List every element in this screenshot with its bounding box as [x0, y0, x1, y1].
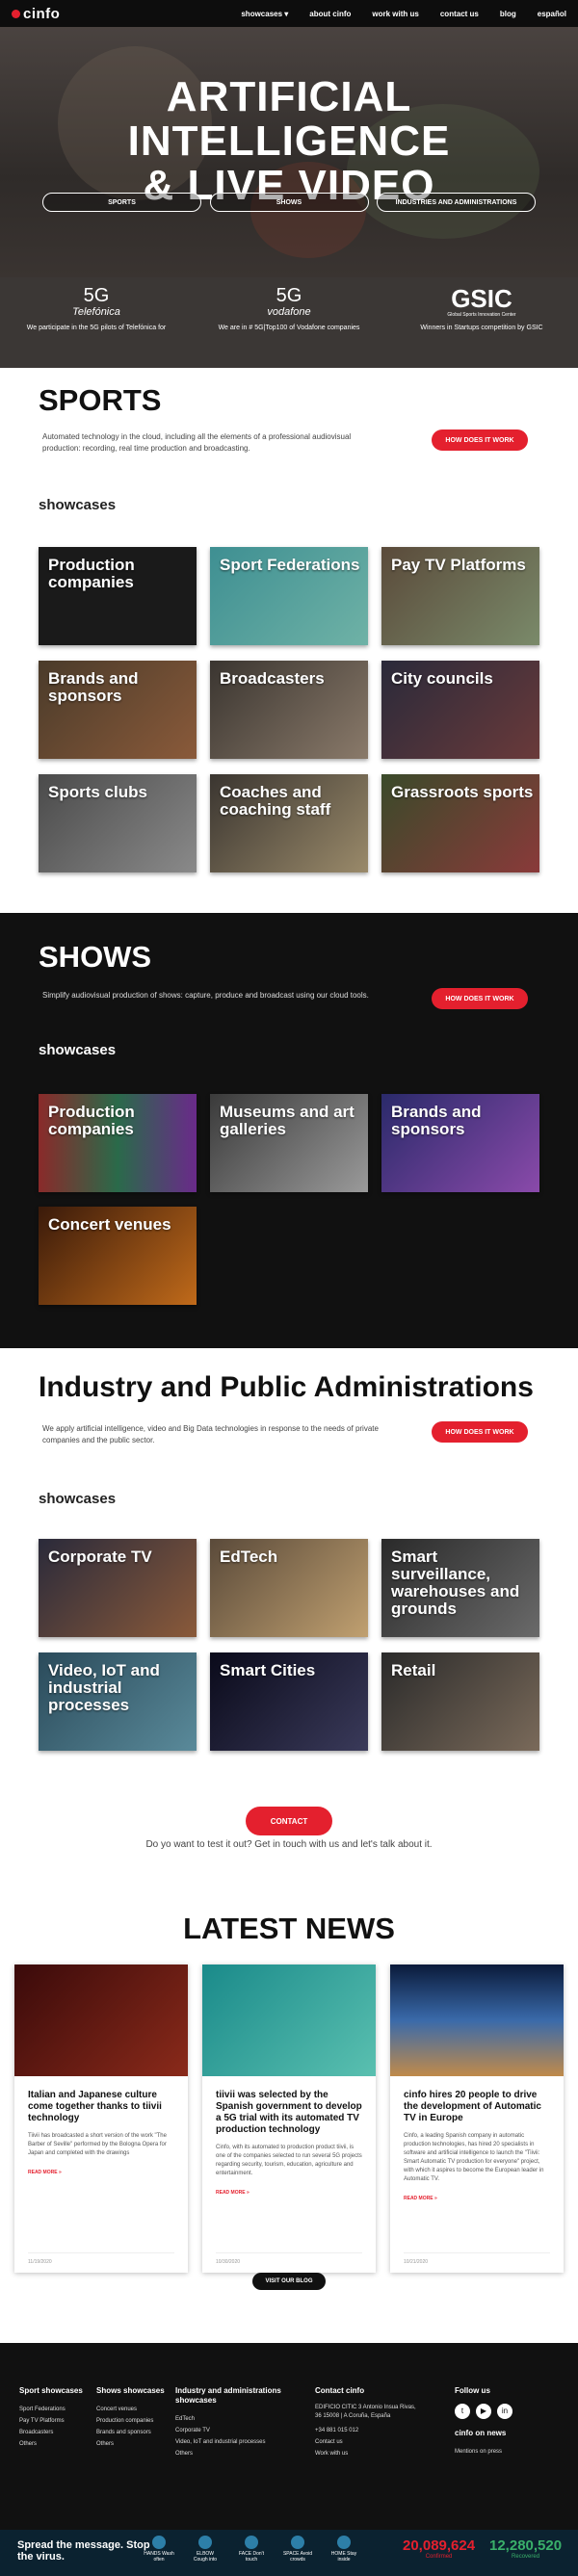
tile-smart-surveillance[interactable]: Smart surveillance, warehouses and groun… — [381, 1539, 539, 1637]
footer: Sport showcases Sport Federations Pay TV… — [0, 2343, 578, 2545]
tile-coaches[interactable]: Coaches and coaching staff — [210, 774, 368, 872]
sports-desc: Automated technology in the cloud, inclu… — [42, 432, 352, 453]
cinfo-logo[interactable]: cinfo — [12, 6, 60, 22]
tile-corporate-tv[interactable]: Corporate TV — [39, 1539, 197, 1637]
shows-title: SHOWS — [39, 940, 152, 974]
industry-showcases-heading: showcases — [39, 1491, 117, 1507]
news-card[interactable]: tiivii was selected by the Spanish gover… — [202, 1965, 376, 2273]
partner-telefonica: 5G Telefónica We participate in the 5G p… — [26, 285, 167, 331]
logo-dot-icon — [12, 9, 20, 18]
read-more-link[interactable]: READ MORE » — [216, 2190, 362, 2196]
footer-industry: Industry and administrations showcases E… — [175, 2386, 281, 2457]
news-excerpt: Tiivii has broadcasted a short version o… — [28, 2133, 167, 2156]
tile-edtech[interactable]: EdTech — [210, 1539, 368, 1637]
tile-broadcasters[interactable]: Broadcasters — [210, 661, 368, 759]
tile-pay-tv[interactable]: Pay TV Platforms — [381, 547, 539, 645]
shows-section: SHOWS Simplify audiovisual production of… — [0, 913, 578, 1348]
read-more-link[interactable]: READ MORE » — [28, 2170, 174, 2175]
nav-menu: showcases ▾ about cinfo work with us con… — [220, 10, 566, 18]
elbow-icon: ELBOW Cough into — [189, 2536, 222, 2563]
confirmed-count: 20,089,624 Confirmed — [403, 2537, 476, 2560]
news-title: LATEST NEWS — [183, 1912, 395, 1945]
tile-shows-production[interactable]: Production companies — [39, 1094, 197, 1192]
tile-retail[interactable]: Retail — [381, 1652, 539, 1751]
tile-grassroots[interactable]: Grassroots sports — [381, 774, 539, 872]
nav-about[interactable]: about cinfo — [309, 10, 351, 18]
hero-industries-button[interactable]: INDUSTRIES AND ADMINISTRATIONS — [377, 193, 536, 212]
address-text: EDIFICIO CITIC 3 Antonio Insua Rivas, 36… — [315, 2405, 416, 2419]
sports-how-button[interactable]: HOW DOES IT WORK — [432, 429, 528, 451]
linkedin-icon[interactable]: in — [497, 2404, 512, 2419]
sports-title: SPORTS — [39, 383, 162, 417]
contact-link[interactable]: Contact us — [315, 2436, 421, 2448]
phone-link[interactable]: +34 881 015 012 — [315, 2425, 421, 2436]
face-icon: FACE Don't touch — [235, 2536, 268, 2563]
space-icon: SPACE Avoid crowds — [281, 2536, 314, 2563]
news-image — [390, 1965, 564, 2076]
news-excerpt: Cinfo, a leading Spanish company in auto… — [404, 2133, 544, 2182]
covid-banner: Spread the message. Stop the virus. HANDS… — [0, 2530, 578, 2576]
tile-video-iot[interactable]: Video, IoT and industrial processes — [39, 1652, 197, 1751]
top-nav: cinfo showcases ▾ about cinfo work with … — [0, 0, 578, 27]
news-image — [202, 1965, 376, 2076]
tile-brands-sponsors[interactable]: Brands and sponsors — [39, 661, 197, 759]
shows-desc: Simplify audiovisual production of shows… — [42, 991, 369, 1000]
news-card[interactable]: Italian and Japanese culture come togeth… — [14, 1965, 188, 2273]
nav-showcases[interactable]: showcases ▾ — [241, 10, 288, 18]
hero-sports-button[interactable]: SPORTS — [42, 193, 201, 212]
news-image — [14, 1965, 188, 2076]
industry-how-button[interactable]: HOW DOES IT WORK — [432, 1421, 528, 1443]
news-date: 10/21/2020 — [404, 2259, 429, 2265]
home-icon: HOME Stay inside — [328, 2536, 360, 2563]
tile-museums[interactable]: Museums and art galleries — [210, 1094, 368, 1192]
nav-work[interactable]: work with us — [372, 10, 418, 18]
industry-title: Industry and Public Administrations — [39, 1371, 534, 1403]
news-excerpt: Cinfo, with its automated to production … — [216, 2145, 362, 2176]
shows-showcases-heading: showcases — [39, 1042, 117, 1058]
tile-shows-brands[interactable]: Brands and sponsors — [381, 1094, 539, 1192]
footer-shows: Shows showcases Concert venues Productio… — [96, 2386, 165, 2447]
nav-language[interactable]: español — [538, 10, 566, 18]
partners-strip: 5G Telefónica We participate in the 5G p… — [0, 277, 578, 368]
nav-blog[interactable]: blog — [500, 10, 516, 18]
news-date: 11/19/2020 — [28, 2259, 52, 2265]
hero-title: ARTIFICIAL INTELLIGENCE & LIVE VIDEO — [127, 73, 451, 209]
shows-how-button[interactable]: HOW DOES IT WORK — [432, 988, 528, 1009]
read-more-link[interactable]: READ MORE » — [404, 2196, 550, 2201]
footer-follow: Follow us t ▶ in cinfo on news Mentions … — [455, 2386, 561, 2458]
news-headline[interactable]: Italian and Japanese culture come togeth… — [28, 2090, 174, 2124]
contact-button[interactable]: CONTACT — [246, 1807, 332, 1835]
hero-banner: ARTIFICIAL INTELLIGENCE & LIVE VIDEO SPOR… — [0, 27, 578, 277]
partner-vodafone: 5G vodafone We are in # 5G|Top100 of Vod… — [218, 285, 360, 331]
news-headline[interactable]: tiivii was selected by the Spanish gover… — [216, 2090, 362, 2136]
tile-sports-clubs[interactable]: Sports clubs — [39, 774, 197, 872]
press-link[interactable]: Mentions on press — [455, 2446, 561, 2458]
hero-shows-button[interactable]: SHOWS — [209, 193, 369, 212]
footer-sport: Sport showcases Sport Federations Pay TV… — [19, 2386, 83, 2447]
tile-smart-cities[interactable]: Smart Cities — [210, 1652, 368, 1751]
contact-text: Do yo want to test it out? Get in touch … — [145, 1839, 433, 1850]
news-card[interactable]: cinfo hires 20 people to drive the devel… — [390, 1965, 564, 2273]
visit-blog-button[interactable]: VISIT OUR BLOG — [252, 2273, 326, 2290]
sports-showcases-heading: showcases — [39, 497, 117, 513]
twitter-icon[interactable]: t — [455, 2404, 470, 2419]
covid-message: Spread the message. Stop the virus. — [17, 2539, 150, 2563]
news-date: 10/30/2020 — [216, 2259, 241, 2265]
industry-desc: We apply artificial intelligence, video … — [42, 1424, 379, 1444]
partner-gsic: GSIC Global Sports Innovation Center Win… — [420, 284, 543, 331]
tile-city-councils[interactable]: City councils — [381, 661, 539, 759]
nav-contact[interactable]: contact us — [440, 10, 479, 18]
recovered-count: 12,280,520 Recovered — [489, 2537, 563, 2560]
tile-sport-federations[interactable]: Sport Federations — [210, 547, 368, 645]
hands-icon: HANDS Wash often — [143, 2536, 175, 2563]
tile-concert-venues[interactable]: Concert venues — [39, 1207, 197, 1305]
work-link[interactable]: Work with us — [315, 2448, 421, 2459]
footer-contact: Contact cinfo EDIFICIO CITIC 3 Antonio I… — [315, 2386, 421, 2459]
news-headline[interactable]: cinfo hires 20 people to drive the devel… — [404, 2090, 550, 2124]
youtube-icon[interactable]: ▶ — [476, 2404, 491, 2419]
tile-production-companies[interactable]: Production companies — [39, 547, 197, 645]
